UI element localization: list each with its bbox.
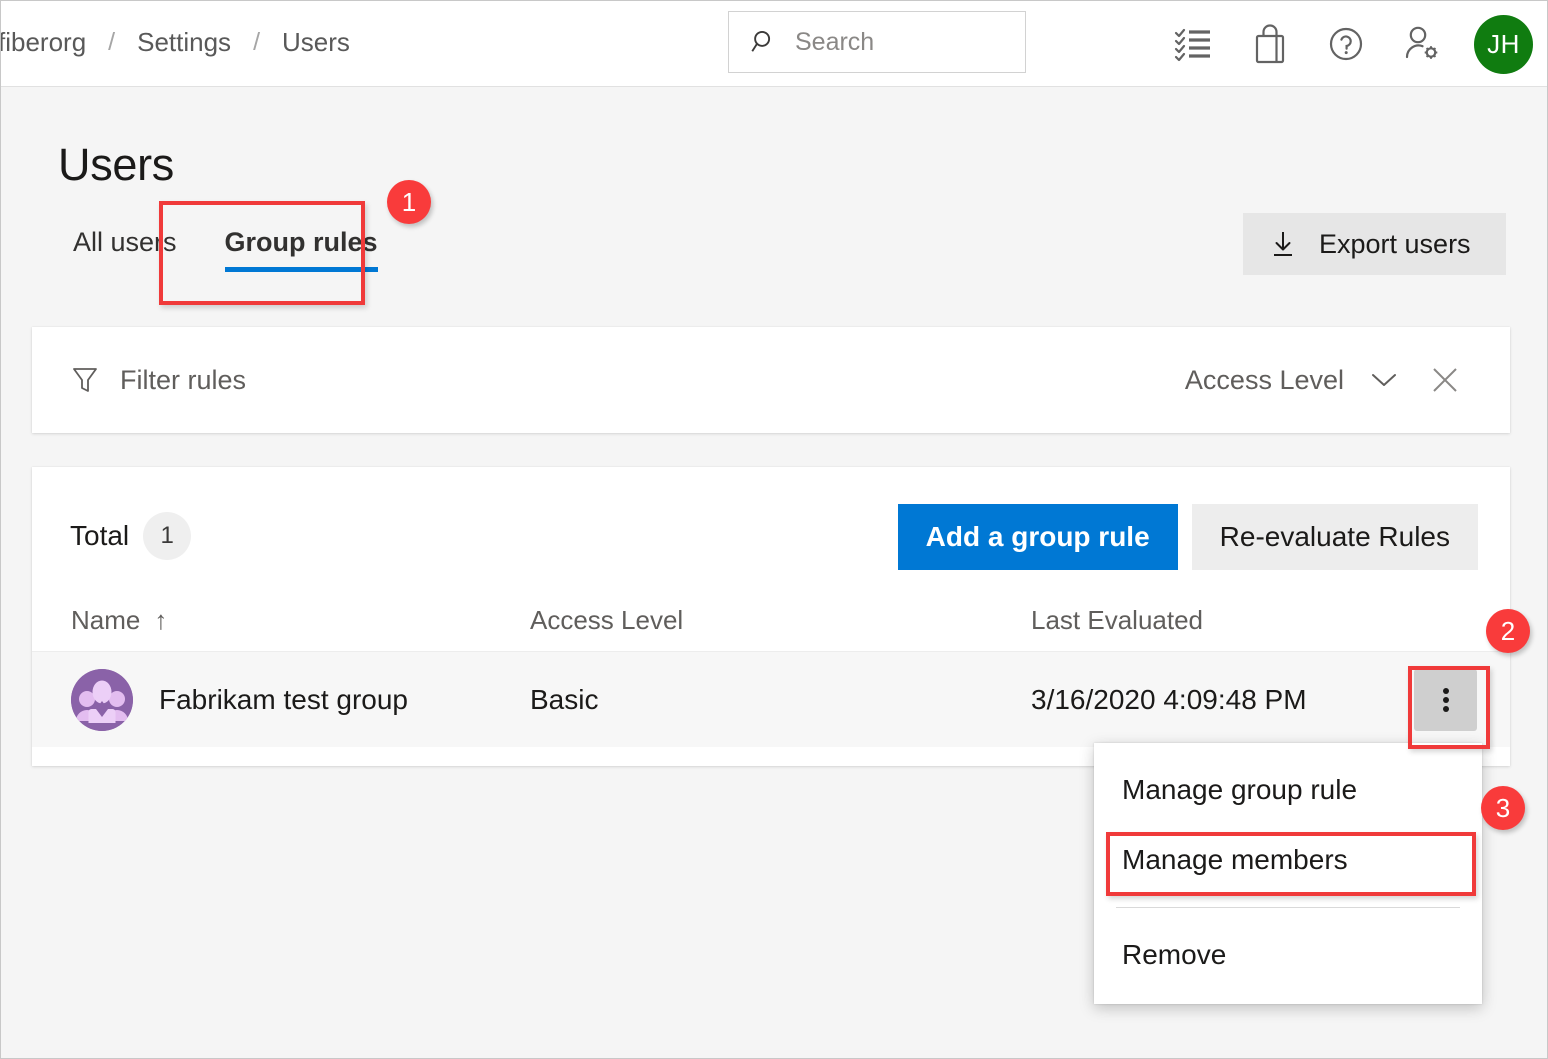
breadcrumb-separator: / [253, 28, 261, 56]
column-header-name-label: Name [71, 604, 141, 635]
table-header-row: Name ↑ Access Level Last Evaluated [32, 589, 1510, 651]
export-users-label: Export users [1319, 228, 1471, 259]
filter-rules-label: Filter rules [120, 364, 247, 395]
top-header-bar: fiberorg / Settings / Users Search JH [1, 1, 1547, 87]
total-indicator: Total 1 [70, 512, 192, 560]
total-label: Total [70, 520, 130, 551]
help-icon[interactable] [1308, 13, 1384, 75]
annotation-callout-2: 2 [1486, 609, 1530, 653]
group-rules-table-card: Total 1 Add a group rule Re-evaluate Rul… [32, 467, 1510, 766]
user-settings-icon[interactable] [1384, 13, 1460, 75]
filter-rules-control[interactable]: Filter rules [70, 364, 246, 396]
search-icon [749, 27, 779, 57]
row-context-menu: Manage group rule Manage members Remove [1094, 743, 1482, 1004]
access-level-dropdown[interactable]: Access Level [1171, 355, 1412, 406]
search-input[interactable]: Search [728, 11, 1026, 73]
app-window: fiberorg / Settings / Users Search JH Us… [0, 0, 1548, 1059]
chevron-down-icon [1370, 371, 1398, 389]
breadcrumb: fiberorg / Settings / Users [1, 27, 350, 58]
sort-ascending-icon: ↑ [154, 604, 168, 635]
table-toolbar: Total 1 Add a group rule Re-evaluate Rul… [32, 467, 1510, 597]
breadcrumb-separator: / [108, 28, 116, 56]
cell-access-level: Basic [530, 684, 599, 715]
tab-group-rules[interactable]: Group rules [201, 219, 402, 280]
re-evaluate-rules-button[interactable]: Re-evaluate Rules [1191, 504, 1478, 570]
annotation-callout-3: 3 [1481, 786, 1525, 830]
total-count-badge: 1 [143, 512, 192, 560]
cell-name: Fabrikam test group [71, 652, 408, 748]
breadcrumb-item-users[interactable]: Users [282, 27, 350, 58]
search-placeholder: Search [795, 27, 875, 56]
toolbar-actions: Add a group rule Re-evaluate Rules [897, 504, 1478, 570]
breadcrumb-item-settings[interactable]: Settings [137, 27, 231, 58]
funnel-icon [70, 364, 100, 396]
column-header-access-level[interactable]: Access Level [530, 605, 683, 636]
header-icon-group: JH [1156, 1, 1533, 87]
column-header-last-evaluated[interactable]: Last Evaluated [1031, 605, 1203, 636]
avatar[interactable]: JH [1474, 14, 1533, 74]
tab-all-users[interactable]: All users [49, 219, 201, 280]
menu-item-manage-members[interactable]: Manage members [1094, 825, 1482, 895]
add-group-rule-button[interactable]: Add a group rule [897, 504, 1178, 570]
column-header-name[interactable]: Name ↑ [71, 605, 167, 636]
cell-last-evaluated: 3/16/2020 4:09:48 PM [1031, 684, 1307, 715]
breadcrumb-item-org[interactable]: fiberorg [1, 27, 86, 58]
row-more-actions-button[interactable] [1414, 669, 1477, 731]
access-level-dropdown-label: Access Level [1184, 364, 1344, 395]
table-row[interactable]: Fabrikam test group Basic 3/16/2020 4:09… [32, 651, 1510, 747]
shopping-bag-icon[interactable] [1232, 13, 1308, 75]
tab-bar: All users Group rules [49, 219, 402, 280]
checklist-icon[interactable] [1156, 13, 1232, 75]
menu-item-remove[interactable]: Remove [1094, 920, 1482, 990]
page-title: Users [58, 139, 175, 190]
menu-item-manage-group-rule[interactable]: Manage group rule [1094, 755, 1482, 825]
export-users-button[interactable]: Export users [1243, 213, 1506, 275]
download-icon [1269, 229, 1297, 259]
annotation-callout-1: 1 [387, 180, 431, 224]
filter-right-group: Access Level [1171, 352, 1478, 408]
menu-divider [1116, 907, 1460, 908]
cell-name-text: Fabrikam test group [159, 684, 408, 715]
group-avatar-icon [71, 669, 133, 731]
filter-bar: Filter rules Access Level [32, 327, 1510, 433]
clear-filter-button[interactable] [1412, 352, 1478, 408]
more-vertical-icon [1442, 685, 1449, 715]
close-icon [1429, 364, 1461, 396]
